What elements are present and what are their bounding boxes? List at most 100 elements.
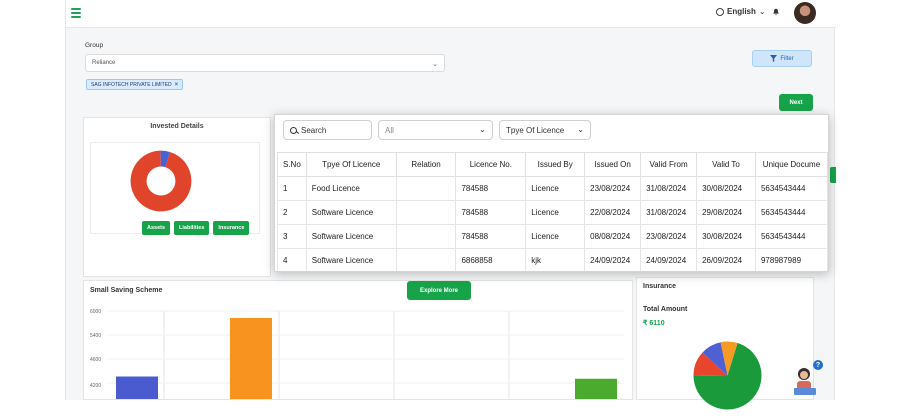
table-cell: 6868858 <box>455 248 527 271</box>
filter-button[interactable]: Filter <box>752 50 812 67</box>
filter-label: Filter <box>780 55 794 62</box>
bar <box>230 318 272 399</box>
explore-more-button[interactable]: Explore More <box>407 281 471 300</box>
insurance-card: Insurance Total Amount ₹ 6110 <box>636 277 814 410</box>
small-saving-scheme-card: Small Saving Scheme Explore More 6000 540… <box>83 280 633 400</box>
globe-icon <box>716 7 724 16</box>
language-label: English <box>727 7 756 16</box>
column-header: Valid To <box>696 152 756 177</box>
search-input[interactable]: Search <box>283 120 372 140</box>
table-cell: 5634543444 <box>754 224 828 249</box>
table-cell: 4 <box>277 248 307 271</box>
invested-details-card: Invested Details Assets Liabilities Insu… <box>83 117 271 277</box>
table-cell: 08/08/2024 <box>584 224 642 249</box>
y-tick-label: 5400 <box>90 333 101 339</box>
licence-type-select[interactable]: Tpye Of Licence ⌄ <box>499 120 591 140</box>
table-cell: 23/08/2024 <box>584 176 642 201</box>
column-header: Tpye Of Licence <box>305 152 397 177</box>
help-assistant[interactable]: ? <box>791 360 823 398</box>
table-row[interactable]: 2 Software Licence 784588 Licence 22/08/… <box>277 200 828 225</box>
table-cell: Food Licence <box>305 176 397 201</box>
company-chip[interactable]: SAG INFOTECH PRIVATE LIMITED × <box>86 79 184 90</box>
insurance-button[interactable]: Insurance <box>213 221 250 235</box>
licence-type-select-value: Tpye Of Licence <box>506 126 565 135</box>
hamburger-menu-icon[interactable] <box>71 8 81 18</box>
column-header: S.No <box>277 152 307 177</box>
bell-icon[interactable] <box>772 8 780 16</box>
table-cell: Software Licence <box>305 224 397 249</box>
table-row[interactable]: 4 Software Licence 6868858 kjk 24/09/202… <box>277 248 828 271</box>
group-label: Group <box>85 42 104 49</box>
bar <box>575 378 617 399</box>
chevron-down-icon: ⌄ <box>758 7 766 16</box>
table-cell: kjk <box>525 248 586 271</box>
table-cell <box>395 224 457 249</box>
bar <box>116 376 158 399</box>
chip-label: SAG INFOTECH PRIVATE LIMITED <box>91 81 172 88</box>
table-cell: 978987989 <box>754 248 828 271</box>
total-amount-label: Total Amount <box>643 306 688 313</box>
column-header: Unique Docume <box>754 152 828 177</box>
table-cell <box>395 176 457 201</box>
table-cell: 30/08/2024 <box>696 176 756 201</box>
liabilities-button[interactable]: Liabilities <box>174 221 210 235</box>
table-cell: Software Licence <box>305 248 397 271</box>
assets-button[interactable]: Assets <box>142 221 171 235</box>
language-selector[interactable]: English ⌄ <box>716 7 766 16</box>
filter-icon <box>770 55 778 62</box>
table-cell: Licence <box>525 224 586 249</box>
table-cell: Licence <box>525 200 586 225</box>
table-cell: Software Licence <box>305 200 397 225</box>
invested-donut-chart <box>130 150 192 212</box>
next-button[interactable]: Next <box>779 94 813 111</box>
avatar[interactable] <box>794 2 816 24</box>
table-cell: 784588 <box>455 176 527 201</box>
table-row[interactable]: 3 Software Licence 784588 Licence 08/08/… <box>277 224 828 249</box>
table-cell: 3 <box>277 224 307 249</box>
column-header: Licence No. <box>455 152 527 177</box>
table-cell: Licence <box>525 176 586 201</box>
table-cell: 24/09/2024 <box>584 248 642 271</box>
all-select[interactable]: All ⌄ <box>378 120 493 140</box>
table-cell: 5634543444 <box>754 200 828 225</box>
group-select[interactable]: Reliance ⌄ <box>85 54 445 72</box>
search-icon <box>290 126 297 134</box>
table-cell <box>395 248 457 271</box>
table-cell: 784588 <box>455 200 527 225</box>
small-saving-scheme-title: Small Saving Scheme <box>90 287 163 294</box>
table-cell: 23/08/2024 <box>640 224 698 249</box>
table-header-row: S.No Tpye Of Licence Relation Licence No… <box>277 152 828 177</box>
table-cell: 2 <box>277 200 307 225</box>
y-tick-label: 6000 <box>90 309 101 315</box>
invested-details-title: Invested Details <box>150 123 204 130</box>
licence-popup: Search All ⌄ Tpye Of Licence ⌄ S.No Tpye… <box>274 114 829 272</box>
small-saving-bar-chart: 6000 5400 4600 4200 <box>90 309 624 399</box>
close-icon[interactable]: × <box>175 82 179 88</box>
table-cell: 26/09/2024 <box>696 248 756 271</box>
search-placeholder: Search <box>301 125 327 135</box>
invested-tabs: Assets Liabilities Insurance <box>142 221 250 235</box>
table-cell <box>395 200 457 225</box>
top-bar: English ⌄ <box>66 0 836 28</box>
insurance-title: Insurance <box>643 283 677 290</box>
table-cell: 784588 <box>455 224 527 249</box>
table-cell: 5634543444 <box>754 176 828 201</box>
y-tick-label: 4600 <box>90 357 101 363</box>
all-select-value: All <box>385 126 394 135</box>
column-header: Issued By <box>525 152 586 177</box>
column-header: Issued On <box>584 152 642 177</box>
chevron-down-icon: ⌄ <box>479 125 486 134</box>
table-cell: 29/08/2024 <box>696 200 756 225</box>
licence-table: S.No Tpye Of Licence Relation Licence No… <box>277 152 828 271</box>
insurance-pie-chart <box>693 341 762 410</box>
table-cell: 31/08/2024 <box>640 200 698 225</box>
column-header: Relation <box>395 152 457 177</box>
chevron-down-icon: ⌄ <box>577 125 584 134</box>
table-cell: 22/08/2024 <box>584 200 642 225</box>
help-question-icon[interactable]: ? <box>813 360 823 370</box>
y-tick-label: 4200 <box>90 383 101 389</box>
side-tab[interactable] <box>830 167 836 183</box>
column-header: Valid From <box>640 152 698 177</box>
chevron-down-icon: ⌄ <box>432 61 438 68</box>
table-row[interactable]: 1 Food Licence 784588 Licence 23/08/2024… <box>277 176 828 201</box>
